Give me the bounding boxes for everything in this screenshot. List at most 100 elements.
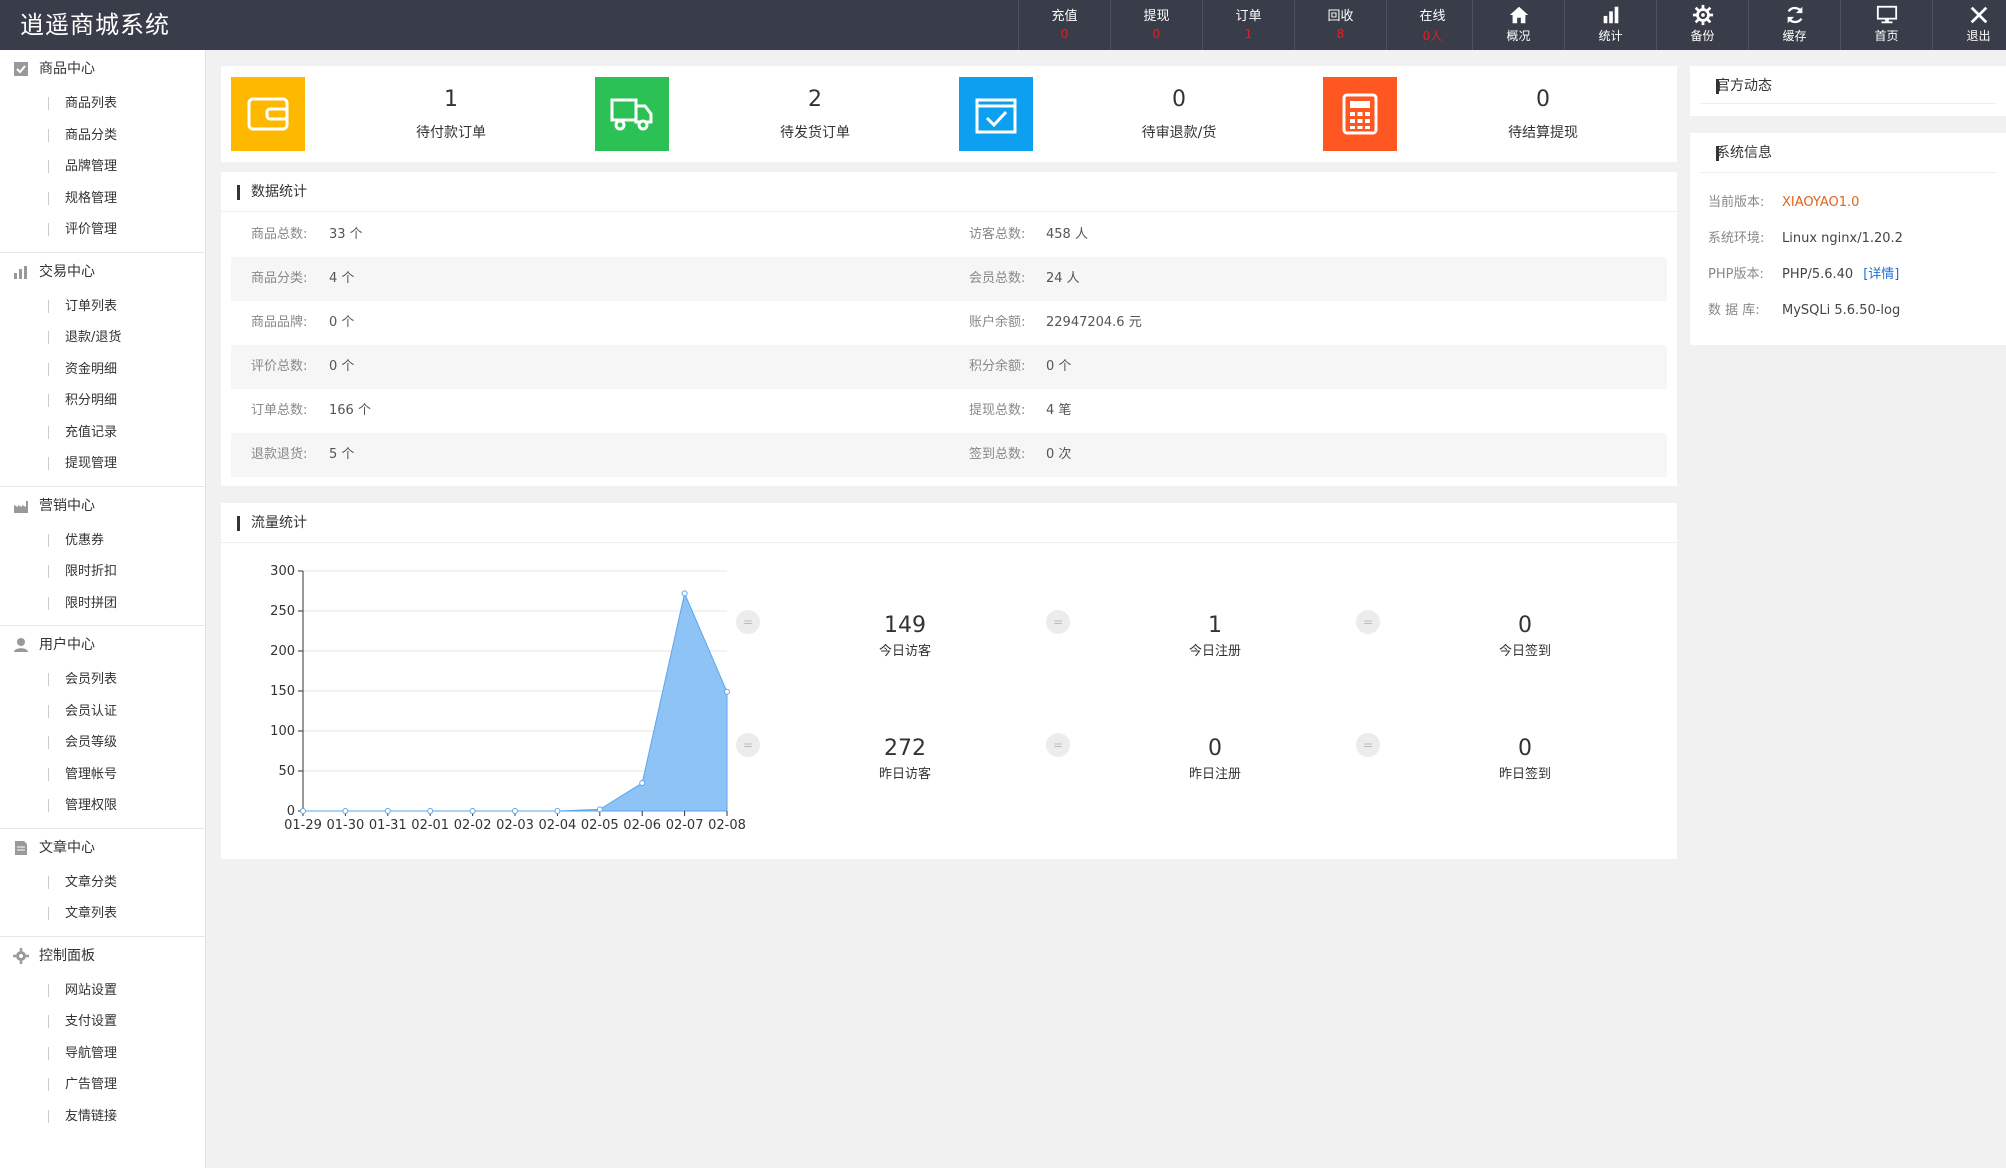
stat-orders[interactable]: 订单 1 [1202,0,1294,50]
sidebar-item[interactable]: 广告管理 [0,1069,205,1101]
stat-val: 166 个 [329,403,371,418]
x-tick-label: 02-07 [666,818,704,833]
sidebar-item-label: 文章列表 [65,906,118,921]
tool-home-button[interactable]: 首页 [1840,0,1932,50]
equals-icon: = [1046,610,1070,634]
card-pending-withdraw[interactable]: 0 待结算提现 [1323,77,1683,151]
tool-label: 统计 [1598,29,1623,43]
stat-value: 0 [1060,27,1069,41]
sidebar-group-article: 文章中心 文章分类 文章列表 [0,829,205,937]
tool-backup-button[interactable]: 备份 [1656,0,1748,50]
sidebar-item[interactable]: 友情链接 [0,1101,205,1133]
sidebar-item[interactable]: 文章列表 [0,898,205,930]
system-info-panel: 系统信息 当前版本: XIAOYAO1.0 系统环境: Linux nginx/1.… [1690,133,2006,345]
sidebar-item[interactable]: 支付设置 [0,1006,205,1038]
card-value: 1 [444,87,458,112]
stat-value: 0人 [1422,29,1443,43]
sidebar-item-label: 管理权限 [65,798,118,813]
stat-val: 22947204.6 元 [1046,315,1142,330]
data-stats-panel: 数据统计 商品总数: 33 个 访客总数: 458 人 商品分类: 4 个 会员… [221,172,1677,486]
sidebar-item[interactable]: 文章分类 [0,867,205,899]
sidebar-item[interactable]: 充值记录 [0,417,205,449]
card-label: 待结算提现 [1508,125,1578,141]
traffic-chart: 300 250 200 150 100 50 001-29 01-30 01-31 02-01 02… [270,564,746,833]
metric-value: 1 [1208,613,1222,638]
sysinfo-value: MySQLi 5.6.50-log [1782,303,1901,318]
sidebar-item[interactable]: 品牌管理 [0,151,205,183]
sidebar-item-label: 品牌管理 [65,159,118,174]
tool-stats-button[interactable]: 统计 [1564,0,1656,50]
sidebar-group-header[interactable]: 营销中心 [0,487,205,525]
sidebar-item[interactable]: 退款/退货 [0,322,205,354]
sysinfo-label: PHP版本: [1708,267,1764,282]
data-row: 商品总数: 33 个 访客总数: 458 人 [231,213,1667,257]
tool-label: 退出 [1966,29,1991,43]
tool-logout-button[interactable]: 退出 [1932,0,2006,50]
sidebar-item-label: 支付设置 [65,1014,118,1029]
close-icon [1970,6,1987,24]
data-row: 商品分类: 4 个 会员总数: 24 人 [231,257,1667,301]
sidebar-item-label: 评价管理 [65,222,118,237]
sidebar-item[interactable]: 会员列表 [0,664,205,696]
sidebar-item[interactable]: 规格管理 [0,183,205,215]
sidebar-item[interactable]: 订单列表 [0,291,205,323]
tool-cache-button[interactable]: 缓存 [1748,0,1840,50]
sidebar-item[interactable]: 管理帐号 [0,759,205,791]
sidebar-item-label: 限时拼团 [65,595,118,611]
sidebar-item[interactable]: 商品分类 [0,120,205,152]
stat-recycle[interactable]: 回收 8 [1294,0,1386,50]
sidebar-item[interactable]: 积分明细 [0,385,205,417]
sidebar-group-header[interactable]: 文章中心 [0,829,205,867]
stat-val: 4 个 [329,271,355,286]
x-tick-label: 02-03 [496,818,534,833]
sidebar-item[interactable]: 导航管理 [0,1038,205,1070]
sidebar-item[interactable]: 网站设置 [0,975,205,1007]
header-stats: 充值 0 提现 0 订单 1 回收 8 在线 0人 [1018,0,1478,50]
php-detail-link[interactable]: [详情] [1863,267,1899,282]
sidebar-group-header[interactable]: 用户中心 [0,626,205,664]
sidebar-group-title: 交易中心 [39,263,95,280]
metric-label: 今日访客 [878,644,931,659]
sidebar-item[interactable]: 评价管理 [0,214,205,246]
stat-recharge[interactable]: 充值 0 [1018,0,1110,50]
sidebar-item-label: 退款/退货 [65,330,122,345]
sidebar-group-marketing: 营销中心 优惠券 限时折扣 限时拼团 [0,487,205,626]
metric-value: 0 [1518,613,1532,638]
sidebar-item[interactable]: 会员等级 [0,727,205,759]
card-pending-payment[interactable]: 1 待付款订单 [231,77,591,151]
sidebar-item[interactable]: 管理权限 [0,790,205,822]
sidebar-item[interactable]: 优惠券 [0,525,205,557]
stat-value: 1 [1244,27,1253,41]
sidebar-group-title: 用户中心 [39,637,95,653]
sidebar-item-label: 广告管理 [65,1077,118,1092]
stat-key: 商品品牌: [251,315,308,330]
metric-value: 0 [1208,736,1222,761]
data-point [469,808,476,814]
header-tools: 概况 统计 备份 缓存 首页 退出 [1472,0,2006,50]
sidebar-item[interactable]: 限时拼团 [0,588,205,620]
section-title[interactable]: 官方动态 [1700,66,1996,104]
sidebar-item[interactable]: 资金明细 [0,354,205,386]
sidebar-item[interactable]: 商品列表 [0,88,205,120]
y-tick-label: 250 [270,604,295,619]
sysinfo-row: 系统环境: Linux nginx/1.20.2 [1708,227,1903,246]
sidebar-item[interactable]: 会员认证 [0,696,205,728]
stat-key: 提现总数: [969,403,1026,418]
sidebar-group-header[interactable]: 交易中心 [0,253,205,291]
sidebar-group-header[interactable]: 控制面板 [0,937,205,975]
stat-withdraw[interactable]: 提现 0 [1110,0,1202,50]
y-tick-label: 150 [270,684,295,699]
data-point [300,808,306,814]
card-pending-refund[interactable]: 0 待审退款/货 [959,77,1319,151]
sidebar-item[interactable]: 限时折扣 [0,556,205,588]
sidebar-group-header[interactable]: 商品中心 [0,50,205,88]
sidebar-item-label: 订单列表 [65,298,118,314]
card-pending-shipment[interactable]: 2 待发货订单 [595,77,955,151]
data-point [724,688,730,695]
card-value: 2 [808,87,822,112]
stat-online[interactable]: 在线 0人 [1386,0,1478,50]
data-point [384,808,391,814]
sidebar-item[interactable]: 提现管理 [0,448,205,480]
tool-overview-button[interactable]: 概况 [1472,0,1564,50]
y-tick-label: 300 [270,564,295,579]
